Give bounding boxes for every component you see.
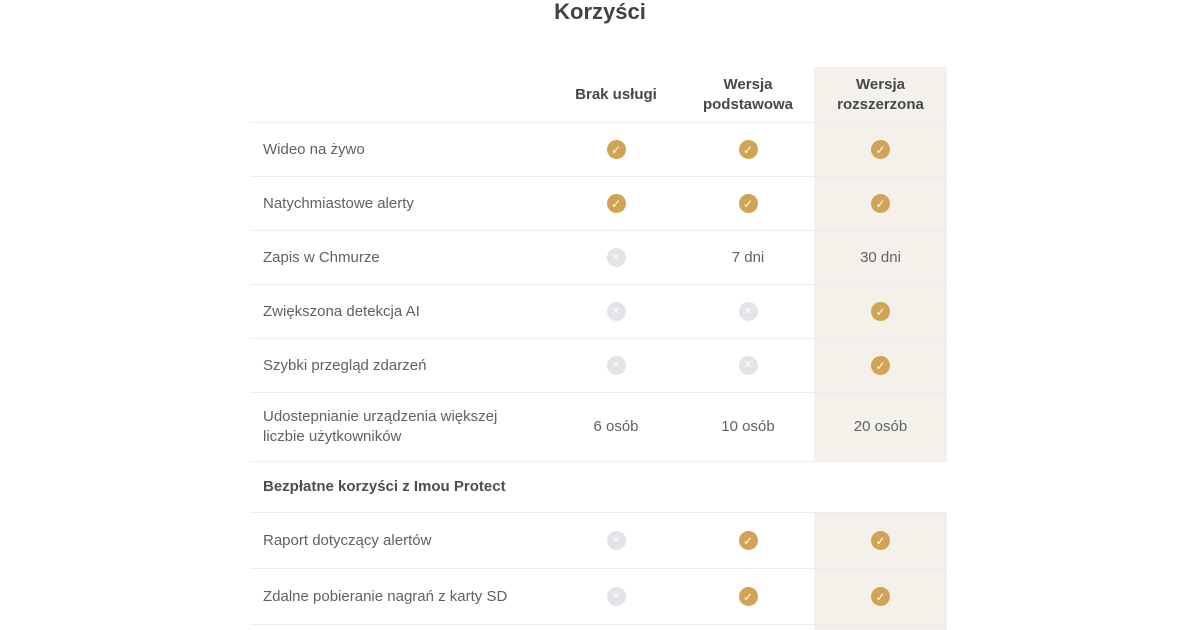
- cross-icon: ✕: [607, 302, 626, 321]
- value-cell: ✕: [682, 285, 814, 338]
- table-body: Wideo na żywo ✓ ✓ ✓ Natychmiastowe alerty ✓ ✓ ✓…: [250, 123, 947, 630]
- check-icon: ✓: [739, 587, 758, 606]
- value-cell: ✓: [814, 513, 947, 568]
- benefits-page: Korzyści Brak usługi Wersja podstawowa W…: [0, 0, 1200, 630]
- feature-row: Szybki przegląd zdarzeń ✕ ✕ ✓: [250, 339, 947, 393]
- benefits-comparison-table: Brak usługi Wersja podstawowa Wersja roz…: [250, 67, 947, 630]
- value-cell: [550, 625, 682, 630]
- cross-icon: ✕: [607, 587, 626, 606]
- table-header-row: Brak usługi Wersja podstawowa Wersja roz…: [250, 67, 947, 123]
- feature-label: Zdalne pobieranie nagrań z karty SD: [250, 569, 550, 624]
- feature-row: Natychmiastowe alerty ✓ ✓ ✓: [250, 177, 947, 231]
- cross-icon: ✕: [607, 531, 626, 550]
- value-cell: ✓: [682, 123, 814, 176]
- value-cell: ✓: [550, 177, 682, 230]
- feature-label: Szybki przegląd zdarzeń: [250, 339, 550, 392]
- value-cell: ✕: [550, 569, 682, 624]
- header-col-basic: Wersja podstawowa: [682, 67, 814, 122]
- value-cell: 6 osób: [550, 393, 682, 461]
- value-text: 20 osób: [854, 417, 907, 437]
- value-cell: [250, 625, 550, 630]
- check-icon: ✓: [871, 140, 890, 159]
- section-title: Bezpłatne korzyści z Imou Protect: [250, 462, 947, 512]
- cross-icon: ✕: [739, 356, 758, 375]
- value-cell: ✕: [682, 339, 814, 392]
- value-text: 30 dni: [860, 248, 901, 268]
- value-cell: ✓: [814, 123, 947, 176]
- header-label: Wersja podstawowa: [682, 75, 814, 115]
- feature-label: Udostepnianie urządzenia większej liczbi…: [250, 393, 550, 461]
- value-cell: ✕: [550, 231, 682, 284]
- check-icon: ✓: [739, 194, 758, 213]
- page-title: Korzyści: [0, 0, 1200, 26]
- header-label: Brak usługi: [575, 85, 657, 105]
- value-cell: [682, 625, 814, 630]
- header-col-no-service: Brak usługi: [550, 67, 682, 122]
- value-cell: ✓: [814, 177, 947, 230]
- header-label: Wersja rozszerzona: [814, 75, 947, 115]
- cross-icon: ✕: [607, 248, 626, 267]
- check-icon: ✓: [739, 531, 758, 550]
- value-cell: ✓: [682, 177, 814, 230]
- cross-icon: ✕: [607, 356, 626, 375]
- feature-row: Wideo na żywo ✓ ✓ ✓: [250, 123, 947, 177]
- value-cell: ✓: [814, 339, 947, 392]
- feature-row: Zdalne pobieranie nagrań z karty SD ✕ ✓ ✓: [250, 569, 947, 625]
- value-text: 10 osób: [721, 417, 774, 437]
- feature-label: Zwiększona detekcja AI: [250, 285, 550, 338]
- check-icon: ✓: [871, 356, 890, 375]
- value-cell: ✕: [550, 513, 682, 568]
- value-cell: 10 osób: [682, 393, 814, 461]
- check-icon: ✓: [607, 194, 626, 213]
- feature-label: Natychmiastowe alerty: [250, 177, 550, 230]
- value-cell: 7 dni: [682, 231, 814, 284]
- feature-label: Raport dotyczący alertów: [250, 513, 550, 568]
- header-col-extended: Wersja rozszerzona: [814, 67, 947, 122]
- section-header-row: Bezpłatne korzyści z Imou Protect: [250, 462, 947, 513]
- check-icon: ✓: [739, 140, 758, 159]
- table-continuation: [250, 625, 947, 630]
- value-cell: 20 osób: [814, 393, 947, 461]
- feature-label: Zapis w Chmurze: [250, 231, 550, 284]
- check-icon: ✓: [871, 587, 890, 606]
- value-cell: ✓: [682, 513, 814, 568]
- feature-row: Udostepnianie urządzenia większej liczbi…: [250, 393, 947, 462]
- cross-icon: ✕: [739, 302, 758, 321]
- value-cell: [814, 625, 947, 630]
- value-text: 7 dni: [732, 248, 765, 268]
- value-cell: ✓: [550, 123, 682, 176]
- feature-row: Raport dotyczący alertów ✕ ✓ ✓: [250, 513, 947, 569]
- value-cell: ✓: [682, 569, 814, 624]
- feature-row: Zwiększona detekcja AI ✕ ✕ ✓: [250, 285, 947, 339]
- feature-row: Zapis w Chmurze ✕ 7 dni 30 dni: [250, 231, 947, 285]
- check-icon: ✓: [871, 302, 890, 321]
- value-cell: ✕: [550, 339, 682, 392]
- value-text: 6 osób: [593, 417, 638, 437]
- check-icon: ✓: [871, 194, 890, 213]
- check-icon: ✓: [871, 531, 890, 550]
- check-icon: ✓: [607, 140, 626, 159]
- value-cell: 30 dni: [814, 231, 947, 284]
- value-cell: ✕: [550, 285, 682, 338]
- feature-label: Wideo na żywo: [250, 123, 550, 176]
- value-cell: ✓: [814, 569, 947, 624]
- value-cell: ✓: [814, 285, 947, 338]
- header-feature-cell: [250, 67, 550, 122]
